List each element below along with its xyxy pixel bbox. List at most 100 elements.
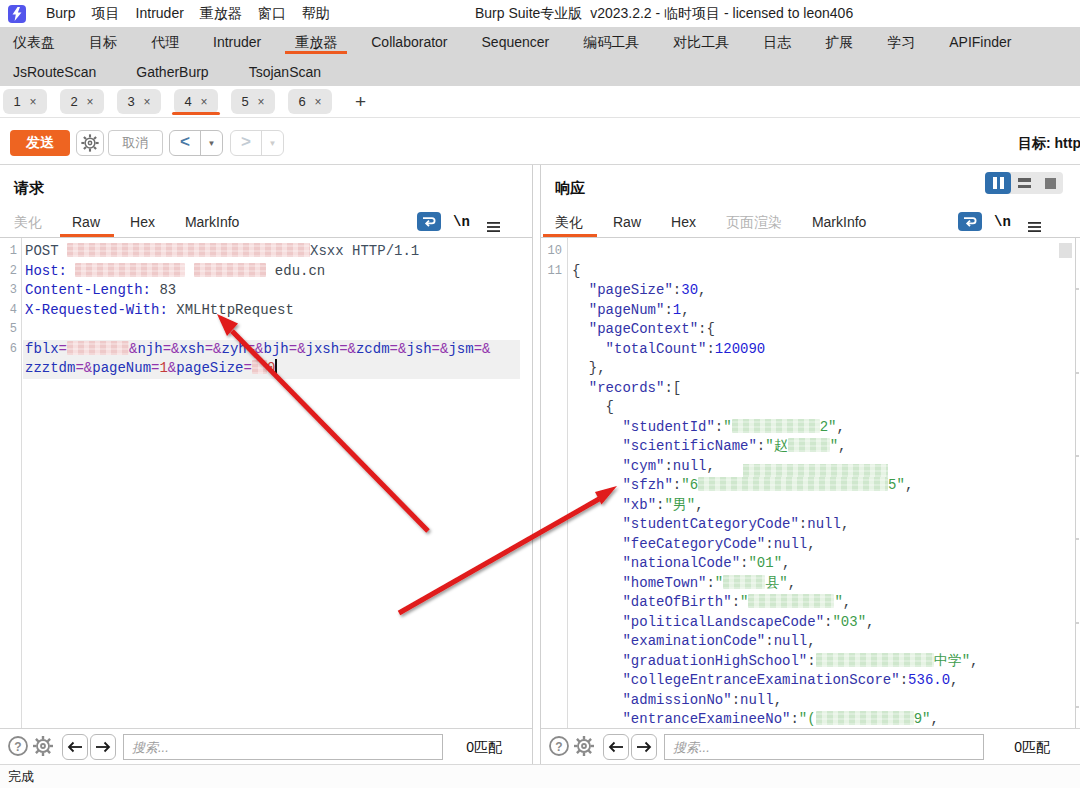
menubar: Burp项目Intruder重放器窗口帮助 Burp Suite专业版 v202… bbox=[0, 0, 1080, 27]
help-icon[interactable]: ? bbox=[547, 734, 571, 762]
ext-tab-0[interactable]: JsRouteScan bbox=[13, 57, 96, 87]
menu-item-1[interactable]: 项目 bbox=[84, 0, 128, 27]
editor-menu-icon[interactable] bbox=[1028, 218, 1041, 236]
response-tab-1[interactable]: Raw bbox=[613, 209, 641, 235]
response-tab-3[interactable]: 页面渲染 bbox=[726, 209, 782, 235]
search-next-button[interactable] bbox=[90, 734, 116, 760]
editor-line: "records":[ bbox=[541, 379, 1080, 399]
forward-dropdown[interactable]: ▼ bbox=[262, 131, 283, 155]
close-tab-icon[interactable]: × bbox=[258, 95, 265, 109]
response-tab-2[interactable]: Hex bbox=[671, 209, 696, 235]
request-editor[interactable]: 1POST Xsxx HTTP/1.12Host: edu.cn3Content… bbox=[0, 238, 532, 728]
main-tab-2[interactable]: 代理 bbox=[151, 27, 179, 57]
search-input[interactable] bbox=[123, 734, 443, 760]
search-input[interactable] bbox=[664, 734, 984, 760]
editor-line: "admissionNo":null, bbox=[541, 691, 1080, 711]
response-tab-0[interactable]: 美化 bbox=[555, 209, 583, 235]
main-tab-5[interactable]: Collaborator bbox=[371, 27, 447, 57]
request-tab-1[interactable]: Raw bbox=[72, 209, 100, 235]
back-button[interactable]: < ▼ bbox=[169, 130, 223, 156]
menu-item-5[interactable]: 帮助 bbox=[294, 0, 338, 27]
ext-tab-1[interactable]: GatherBurp bbox=[136, 57, 208, 87]
repeater-tab-5[interactable]: 5× bbox=[231, 89, 275, 114]
scrollbar-thumb[interactable] bbox=[1059, 243, 1072, 258]
window-title: Burp Suite专业版 v2023.2.2 - 临时项目 - license… bbox=[475, 0, 853, 27]
editor-line: "graduationHighSchool":中学", bbox=[541, 652, 1080, 672]
forward-button[interactable]: > ▼ bbox=[230, 130, 284, 156]
editor-menu-icon[interactable] bbox=[487, 218, 500, 236]
redaction-block bbox=[194, 263, 266, 277]
request-tab-3[interactable]: MarkInfo bbox=[185, 209, 239, 235]
editor-line: "entranceExamineeNo":"(9", bbox=[541, 710, 1080, 728]
word-wrap-icon[interactable] bbox=[417, 212, 441, 231]
layout-single-button[interactable] bbox=[1037, 172, 1063, 194]
redaction-block bbox=[816, 711, 914, 725]
search-settings-gear-icon[interactable] bbox=[31, 734, 55, 762]
search-prev-button[interactable] bbox=[62, 734, 88, 760]
main-tab-0[interactable]: 仪表盘 bbox=[13, 27, 55, 57]
main-tab-8[interactable]: 对比工具 bbox=[673, 27, 729, 57]
main-tab-12[interactable]: APIFinder bbox=[949, 27, 1011, 57]
search-next-button[interactable] bbox=[631, 734, 657, 760]
repeater-tab-6[interactable]: 6× bbox=[288, 89, 332, 114]
close-tab-icon[interactable]: × bbox=[144, 95, 151, 109]
menu-item-2[interactable]: Intruder bbox=[128, 0, 192, 27]
newline-toggle[interactable]: \n bbox=[994, 209, 1011, 235]
main-tab-11[interactable]: 学习 bbox=[887, 27, 915, 57]
editor-line: "pageContext":{ bbox=[541, 320, 1080, 340]
editor-line: 2Host: edu.cn bbox=[0, 262, 532, 282]
main-tab-9[interactable]: 日志 bbox=[763, 27, 791, 57]
match-count: 0匹配 bbox=[1014, 734, 1050, 760]
editor-line: "xb":"男", bbox=[541, 496, 1080, 516]
main-tab-3[interactable]: Intruder bbox=[213, 27, 261, 57]
back-dropdown[interactable]: ▼ bbox=[201, 131, 222, 155]
response-editor[interactable]: 1011{ "pageSize":30, "pageNum":1, "pageC… bbox=[541, 238, 1080, 728]
search-settings-gear-icon[interactable] bbox=[572, 734, 596, 762]
word-wrap-icon[interactable] bbox=[958, 212, 982, 231]
main-tab-4[interactable]: 重放器 bbox=[295, 27, 337, 57]
add-tab-button[interactable]: + bbox=[355, 89, 366, 114]
editor-line: "pageNum":1, bbox=[541, 301, 1080, 321]
close-tab-icon[interactable]: × bbox=[315, 95, 322, 109]
request-panel-title: 请求 bbox=[14, 179, 44, 198]
close-tab-icon[interactable]: × bbox=[30, 95, 37, 109]
response-tab-4[interactable]: MarkInfo bbox=[812, 209, 866, 235]
repeater-tab-4[interactable]: 4× bbox=[174, 89, 218, 114]
layout-columns-button[interactable] bbox=[985, 172, 1011, 194]
redaction-block bbox=[698, 477, 888, 491]
repeater-tab-bar: 1× 2× 3× 4× 5× 6× + bbox=[0, 86, 1080, 118]
request-search-bar: ? 0匹配 bbox=[0, 728, 532, 764]
ext-tab-2[interactable]: TsojanScan bbox=[249, 57, 321, 87]
request-tab-2[interactable]: Hex bbox=[130, 209, 155, 235]
layout-rows-button[interactable] bbox=[1011, 172, 1037, 194]
repeater-tab-1[interactable]: 1× bbox=[3, 89, 47, 114]
editor-line: "scientificName":"赵", bbox=[541, 437, 1080, 457]
main-tab-10[interactable]: 扩展 bbox=[825, 27, 853, 57]
editor-line: 10 bbox=[541, 242, 1080, 262]
text-cursor bbox=[275, 359, 277, 374]
help-icon[interactable]: ? bbox=[6, 734, 30, 762]
main-tab-6[interactable]: Sequencer bbox=[482, 27, 550, 57]
main-tab-7[interactable]: 编码工具 bbox=[583, 27, 639, 57]
editor-line: "sfzh":"65", bbox=[541, 476, 1080, 496]
cancel-button[interactable]: 取消 bbox=[108, 130, 163, 156]
redaction-block bbox=[252, 360, 267, 374]
repeater-tab-2[interactable]: 2× bbox=[60, 89, 104, 114]
menu-item-0[interactable]: Burp bbox=[38, 0, 84, 27]
editor-line: 1POST Xsxx HTTP/1.1 bbox=[0, 242, 532, 262]
repeater-tab-3[interactable]: 3× bbox=[117, 89, 161, 114]
close-tab-icon[interactable]: × bbox=[87, 95, 94, 109]
search-prev-button[interactable] bbox=[603, 734, 629, 760]
editor-line: "politicalLandscapeCode":"03", bbox=[541, 613, 1080, 633]
settings-button[interactable] bbox=[76, 130, 104, 156]
redaction-block bbox=[748, 594, 834, 608]
close-tab-icon[interactable]: × bbox=[201, 95, 208, 109]
newline-toggle[interactable]: \n bbox=[453, 209, 470, 235]
request-tab-0[interactable]: 美化 bbox=[14, 209, 42, 235]
right-arrow-icon bbox=[95, 741, 111, 753]
target-url: 目标: http bbox=[1018, 130, 1080, 156]
send-button[interactable]: 发送 bbox=[10, 130, 70, 156]
main-tab-1[interactable]: 目标 bbox=[89, 27, 117, 57]
menu-item-4[interactable]: 窗口 bbox=[250, 0, 294, 27]
menu-item-3[interactable]: 重放器 bbox=[192, 0, 250, 27]
